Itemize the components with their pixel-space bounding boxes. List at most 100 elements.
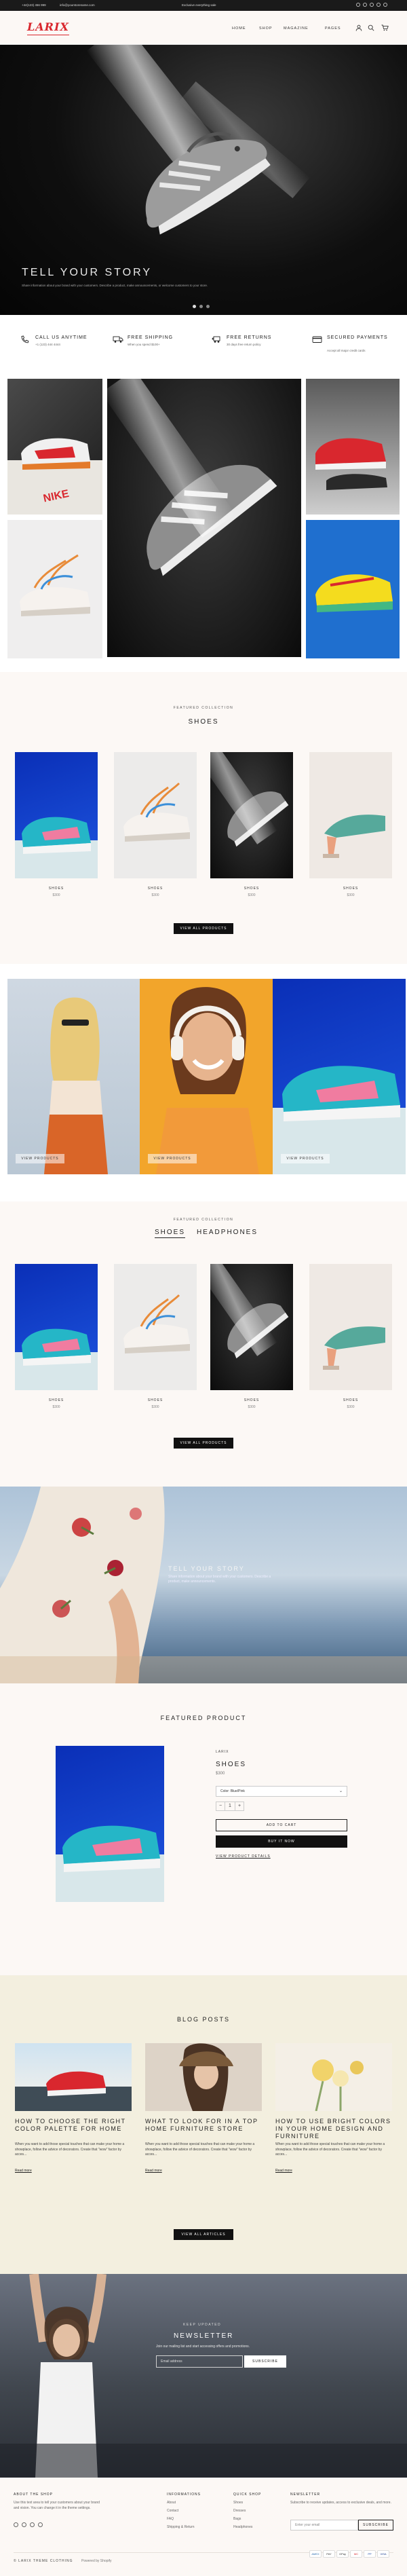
story-title: TELL YOUR STORY bbox=[168, 1565, 245, 1572]
facebook-icon[interactable] bbox=[14, 2522, 18, 2527]
view-all-articles-button[interactable]: VIEW ALL ARTICLES bbox=[174, 2229, 233, 2240]
product-card[interactable] bbox=[15, 1264, 98, 1390]
footer-link[interactable]: FAQ bbox=[167, 2517, 174, 2522]
quantity-input[interactable]: 1 bbox=[225, 1802, 235, 1811]
section-label: FEATURED COLLECTION bbox=[173, 1218, 234, 1222]
product-name[interactable]: SHOES bbox=[210, 886, 293, 891]
feature-title: SECURED PAYMENTS bbox=[327, 335, 388, 340]
product-name[interactable]: SHOES bbox=[15, 886, 98, 891]
nav-magazine[interactable]: MAGAZINE bbox=[284, 26, 309, 31]
footer-subscribe-button[interactable]: SUBSCRIBE bbox=[358, 2520, 393, 2531]
topbar-phone[interactable]: +44(123) 456 999 bbox=[22, 3, 46, 7]
powered-by-text[interactable]: Powered by Shopify bbox=[81, 2559, 111, 2563]
product-card[interactable] bbox=[114, 752, 197, 878]
top-bar: +44(123) 456 999 info@yourstorename.com … bbox=[0, 0, 407, 11]
nav-pages[interactable]: PAGES bbox=[325, 26, 341, 31]
product-card[interactable] bbox=[210, 1264, 293, 1390]
subscribe-button[interactable]: SUBSCRIBE bbox=[244, 2355, 286, 2368]
feature-subtitle: 30 days free return policy bbox=[227, 343, 261, 346]
hero-slideshow[interactable]: TELL YOUR STORY Share information about … bbox=[0, 45, 407, 315]
section-title: SHOES bbox=[188, 718, 219, 726]
newsletter-email-input[interactable]: Email address bbox=[156, 2355, 243, 2368]
footer-link[interactable]: Dresses bbox=[233, 2509, 246, 2514]
view-product-details-link[interactable]: VIEW PRODUCT DETAILS bbox=[216, 1854, 271, 1859]
view-all-products-button[interactable]: VIEW ALL PRODUCTS bbox=[174, 1438, 233, 1449]
search-icon[interactable] bbox=[368, 24, 374, 31]
cart-icon[interactable] bbox=[381, 24, 389, 31]
product-card[interactable] bbox=[309, 752, 392, 878]
product-price: $300 bbox=[151, 893, 159, 897]
blog-post-title[interactable]: HOW TO USE BRIGHT COLORS IN YOUR HOME DE… bbox=[275, 2118, 392, 2140]
footer-link[interactable]: Contact bbox=[167, 2509, 178, 2514]
paypal-icon: PP bbox=[364, 2550, 376, 2558]
color-select[interactable]: Color: Blue/Pink ⌄ bbox=[216, 1786, 347, 1797]
view-products-button[interactable]: VIEW PRODUCTS bbox=[148, 1154, 197, 1163]
footer-link[interactable]: Headphones bbox=[233, 2525, 252, 2531]
instagram-icon[interactable] bbox=[30, 2522, 35, 2527]
view-products-button[interactable]: VIEW PRODUCTS bbox=[281, 1154, 330, 1163]
sneaker-photo[interactable] bbox=[7, 520, 102, 658]
product-name[interactable]: SHOES bbox=[114, 886, 197, 891]
view-all-products-button[interactable]: VIEW ALL PRODUCTS bbox=[174, 923, 233, 934]
facebook-icon[interactable] bbox=[356, 3, 360, 7]
instagram-icon[interactable] bbox=[376, 3, 381, 7]
quantity-minus-button[interactable]: − bbox=[216, 1802, 225, 1811]
product-name[interactable]: SHOES bbox=[114, 1398, 197, 1402]
blog-post-title[interactable]: WHAT TO LOOK FOR IN A TOP HOME FURNITURE… bbox=[145, 2118, 262, 2133]
tab-shoes[interactable]: SHOES bbox=[155, 1229, 186, 1238]
product-price: $300 bbox=[347, 1405, 355, 1409]
topbar-email[interactable]: info@yourstorename.com bbox=[60, 3, 95, 7]
features-bar: CALL US ANYTIME +1 (123) 444 4444 FREE S… bbox=[0, 315, 407, 367]
footer-link[interactable]: Shoes bbox=[233, 2501, 243, 2506]
banner-sneaker[interactable]: VIEW PRODUCTS bbox=[273, 979, 406, 1174]
blog-post-title[interactable]: HOW TO CHOOSE THE RIGHT COLOR PALETTE FO… bbox=[15, 2118, 132, 2133]
nav-shop[interactable]: SHOP bbox=[259, 26, 273, 31]
product-name[interactable]: SHOES bbox=[309, 886, 392, 891]
product-card[interactable] bbox=[309, 1264, 392, 1390]
banner-woman-headphones[interactable]: VIEW PRODUCTS bbox=[140, 979, 273, 1174]
product-name[interactable]: SHOES bbox=[309, 1398, 392, 1402]
tab-headphones[interactable]: HEADPHONES bbox=[197, 1229, 258, 1236]
blog-image[interactable] bbox=[275, 2043, 392, 2111]
footer-link[interactable]: Shipping & Return bbox=[167, 2525, 195, 2531]
read-more-link[interactable]: Read more bbox=[145, 2169, 162, 2173]
sneaker-photo[interactable]: NIKE bbox=[7, 379, 102, 515]
user-icon[interactable] bbox=[355, 24, 362, 31]
sneaker-photo[interactable] bbox=[306, 379, 400, 515]
footer-about-text: Use this text area to tell your customer… bbox=[14, 2501, 100, 2510]
slide-dot-1[interactable] bbox=[193, 305, 196, 308]
buy-it-now-button[interactable]: BUY IT NOW bbox=[216, 1835, 347, 1848]
site-logo[interactable]: LARIX bbox=[27, 20, 69, 35]
featured-product-image[interactable] bbox=[56, 1746, 164, 1902]
twitter-icon[interactable] bbox=[363, 3, 367, 7]
featured-product: FEATURED PRODUCT LARIX SHOES $300 Color:… bbox=[0, 1683, 407, 1975]
pinterest-icon[interactable] bbox=[370, 3, 374, 7]
banner-woman-sunglasses[interactable]: VIEW PRODUCTS bbox=[7, 979, 140, 1174]
sneaker-photo[interactable] bbox=[306, 520, 400, 658]
footer-email-input[interactable]: Enter your email bbox=[290, 2520, 358, 2531]
footer-link[interactable]: About bbox=[167, 2501, 176, 2506]
product-card[interactable] bbox=[114, 1264, 197, 1390]
slide-dot-3[interactable] bbox=[206, 305, 210, 308]
sneaker-photo[interactable] bbox=[107, 379, 301, 657]
blog-image[interactable] bbox=[145, 2043, 262, 2111]
footer-link[interactable]: Bags bbox=[233, 2517, 241, 2522]
product-name[interactable]: SHOES bbox=[210, 1398, 293, 1402]
read-more-link[interactable]: Read more bbox=[275, 2169, 292, 2173]
feature-title: FREE RETURNS bbox=[227, 335, 272, 340]
product-card[interactable] bbox=[15, 752, 98, 878]
youtube-icon[interactable] bbox=[383, 3, 387, 7]
twitter-icon[interactable] bbox=[22, 2522, 26, 2527]
footer-newsletter-text: Subscribe to receive updates, access to … bbox=[290, 2501, 391, 2505]
product-card[interactable] bbox=[210, 752, 293, 878]
read-more-link[interactable]: Read more bbox=[15, 2169, 32, 2173]
product-name[interactable]: SHOES bbox=[15, 1398, 98, 1402]
blog-image[interactable] bbox=[15, 2043, 132, 2111]
pinterest-icon[interactable] bbox=[38, 2522, 43, 2527]
nav-home[interactable]: HOME bbox=[232, 26, 246, 31]
quantity-plus-button[interactable]: + bbox=[235, 1802, 244, 1811]
view-products-button[interactable]: VIEW PRODUCTS bbox=[16, 1154, 64, 1163]
slide-dot-2[interactable] bbox=[199, 305, 203, 308]
add-to-cart-button[interactable]: ADD TO CART bbox=[216, 1819, 347, 1831]
footer-heading: NEWSLETTER bbox=[290, 2493, 321, 2497]
